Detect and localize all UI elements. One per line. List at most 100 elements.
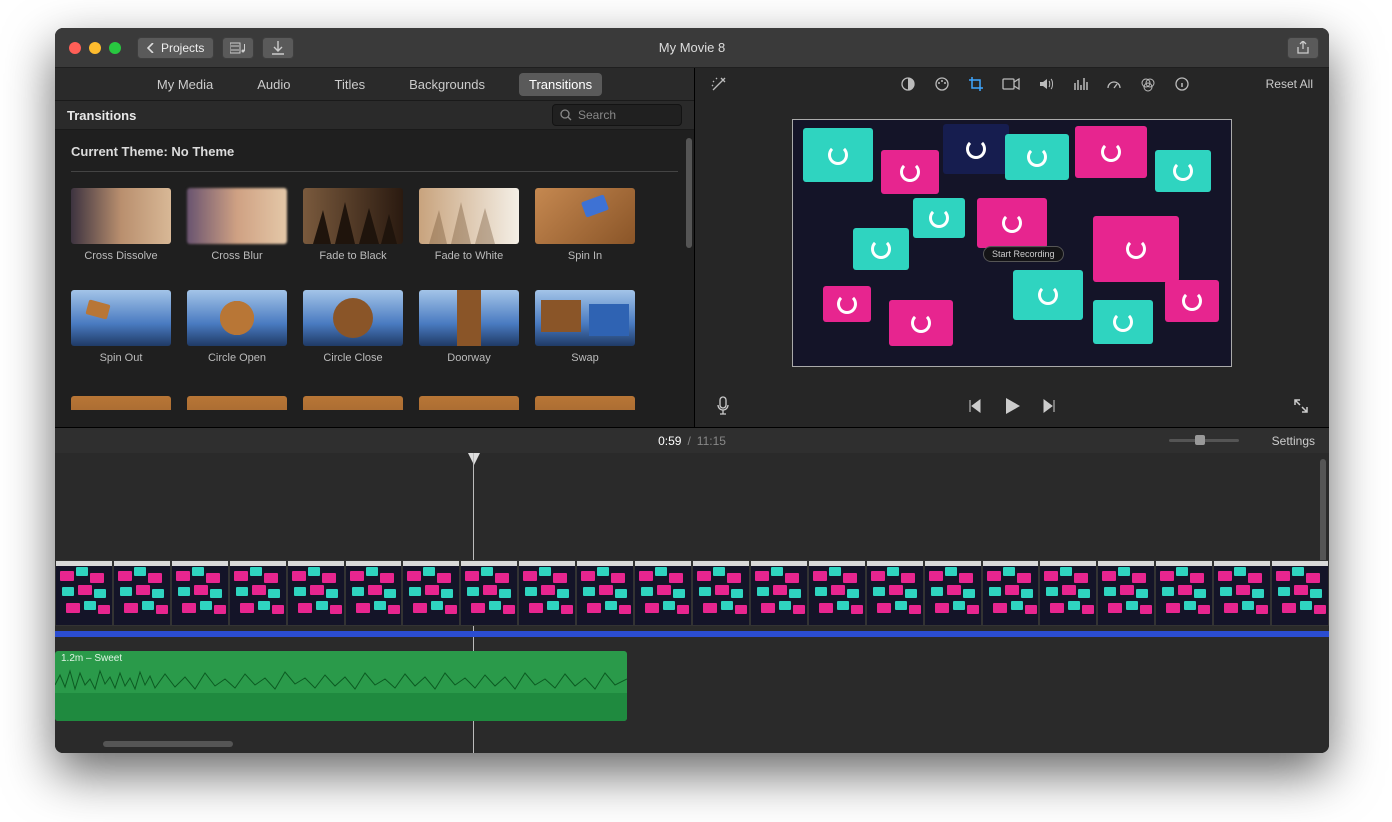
equalizer-icon[interactable] [1072,76,1088,92]
transition-thumbnail[interactable] [303,188,403,244]
reset-all-button[interactable]: Reset All [1266,77,1313,91]
transition-item[interactable]: Swap [535,290,635,364]
clip-thumbnail[interactable] [55,560,113,626]
transition-item[interactable]: Fade to White [419,188,519,262]
total-duration: 11:15 [697,434,726,448]
clip-thumbnail[interactable] [982,560,1040,626]
playback-controls [695,385,1329,427]
close-window-dot[interactable] [69,42,81,54]
transition-item[interactable]: Doorway [419,290,519,364]
clip-thumbnail[interactable] [229,560,287,626]
zoom-window-dot[interactable] [109,42,121,54]
clip-thumbnail[interactable] [171,560,229,626]
clip-thumbnail[interactable] [345,560,403,626]
preview-frame[interactable]: Start Recording [792,119,1232,367]
clip-thumbnail[interactable] [287,560,345,626]
tab-my-media[interactable]: My Media [147,73,223,96]
video-track[interactable] [55,560,1329,634]
skip-forward-button[interactable] [1041,398,1057,414]
clip-thumbnail[interactable] [113,560,171,626]
transition-thumbnail[interactable] [535,188,635,244]
clip-thumbnail[interactable] [402,560,460,626]
transition-thumbnail[interactable] [419,290,519,346]
transition-thumbnail[interactable] [71,290,171,346]
clip-thumbnail[interactable] [518,560,576,626]
transition-item[interactable]: Circle Open [187,290,287,364]
app-window: Projects My Movie 8 My Media Audio Title… [55,28,1329,753]
transition-thumbnail[interactable] [187,290,287,346]
filters-icon[interactable] [1140,76,1156,92]
transition-thumbnail[interactable] [187,188,287,244]
tab-titles[interactable]: Titles [325,73,376,96]
media-import-button[interactable] [222,37,254,59]
transition-thumbnail[interactable] [419,188,519,244]
transition-label: Doorway [447,352,490,364]
viewer-panel: Reset All [695,68,1329,427]
projects-label: Projects [161,41,204,55]
transition-item[interactable]: Circle Close [303,290,403,364]
clip-thumbnail[interactable] [460,560,518,626]
transition-item[interactable]: Cross Blur [187,188,287,262]
clip-thumbnail[interactable] [924,560,982,626]
preview-area: Start Recording [695,100,1329,385]
skip-back-button[interactable] [967,398,983,414]
tab-audio[interactable]: Audio [247,73,300,96]
timeline-hscroll-thumb[interactable] [103,741,233,747]
tab-transitions[interactable]: Transitions [519,73,602,96]
camera-icon[interactable] [1002,77,1020,91]
clip-thumbnail[interactable] [750,560,808,626]
clip-thumbnail[interactable] [1213,560,1271,626]
clip-thumbnail[interactable] [1271,560,1329,626]
import-download-button[interactable] [262,37,294,59]
clip-thumbnail[interactable] [576,560,634,626]
clip-thumbnail[interactable] [866,560,924,626]
volume-icon[interactable] [1038,76,1054,92]
transitions-scroll[interactable]: Current Theme: No Theme Cross Dissolve Cr… [55,130,694,427]
clip-thumbnail[interactable] [808,560,866,626]
speed-icon[interactable] [1106,76,1122,92]
fullscreen-button[interactable] [1293,398,1309,414]
transition-item[interactable]: Fade to Black [303,188,403,262]
current-theme-label: Current Theme: No Theme [71,144,678,172]
back-projects-button[interactable]: Projects [137,37,214,59]
timeline-hscrollbar[interactable] [55,741,1329,749]
contrast-icon[interactable] [900,76,916,92]
transition-label: Cross Blur [211,250,262,262]
crop-icon[interactable] [968,76,984,92]
download-arrow-icon [272,41,284,55]
preview-tooltip: Start Recording [983,246,1064,262]
minimize-window-dot[interactable] [89,42,101,54]
wand-icon[interactable] [711,76,727,92]
chevron-left-icon [147,43,155,53]
record-voiceover-button[interactable] [715,396,731,416]
scrollbar-thumb[interactable] [686,138,692,248]
timeline-settings-button[interactable]: Settings [1272,434,1315,448]
transition-item[interactable]: Cross Dissolve [71,188,171,262]
transition-label: Spin In [568,250,602,262]
transition-thumbnail[interactable] [303,290,403,346]
transition-label: Swap [571,352,599,364]
clip-thumbnail[interactable] [1039,560,1097,626]
zoom-slider[interactable] [1169,439,1239,442]
clip-thumbnail[interactable] [692,560,750,626]
share-button[interactable] [1287,37,1319,59]
timeline-vscrollbar[interactable] [1320,459,1326,569]
search-input[interactable]: Search [552,104,682,126]
transition-label: Spin Out [100,352,143,364]
clip-thumbnail[interactable] [634,560,692,626]
clip-thumbnail[interactable] [1097,560,1155,626]
timeline[interactable]: 1.2m – Sweet [55,453,1329,753]
transition-thumbnail[interactable] [71,188,171,244]
media-tabs: My Media Audio Titles Backgrounds Transi… [55,68,694,100]
info-icon[interactable] [1174,76,1190,92]
transition-thumbnail[interactable] [535,290,635,346]
tab-backgrounds[interactable]: Backgrounds [399,73,495,96]
playhead-marker[interactable] [468,453,480,465]
transition-item[interactable]: Spin Out [71,290,171,364]
palette-icon[interactable] [934,76,950,92]
audio-clip[interactable]: 1.2m – Sweet [55,651,627,721]
clip-thumbnail[interactable] [1155,560,1213,626]
play-button[interactable] [1001,395,1023,417]
transition-item[interactable]: Spin In [535,188,635,262]
zoom-handle[interactable] [1195,435,1205,445]
